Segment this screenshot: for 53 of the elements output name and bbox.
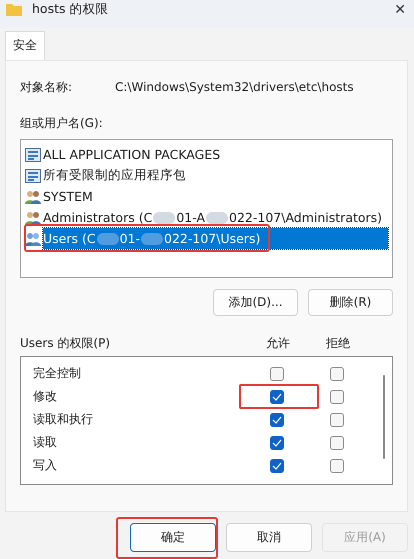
window-title: hosts 的权限 [32,0,108,18]
user-name: 022-107\Administrators) [229,210,382,225]
checkbox[interactable] [330,436,344,450]
user-name: Users (C [43,231,96,246]
user-name: ALL APPLICATION PACKAGES [43,147,220,162]
user-item[interactable]: ALL APPLICATION PACKAGES [25,144,388,165]
checkbox[interactable] [330,366,344,380]
users-icon [25,190,41,204]
close-button[interactable]: ✕ [394,2,406,18]
group-label: 组或用户名(G): [20,115,104,132]
package-icon [25,168,41,182]
users-icon [25,232,41,246]
user-item[interactable]: SYSTEM [25,186,388,207]
permissions-label: Users 的权限(P) [20,334,112,352]
object-path: C:\Windows\System32\drivers\etc\hosts [115,80,354,94]
user-name: 022-107\Users) [164,231,260,246]
object-label: 对象名称: [20,78,74,96]
tab[interactable]: 安全 [5,31,45,60]
user-name: SYSTEM [43,189,93,204]
checkbox[interactable] [270,458,284,472]
user-list[interactable]: ALL APPLICATION PACKAGES 所有受限制的应用程序包 SYSTEM Administrators (C 01-A 022-107\Administrators) Users (C 01- 022-107\Users) [20,139,393,278]
permission-name: 完全控制 [33,365,82,382]
permission-name: 读取 [33,434,58,451]
user-name: Administrators (C [43,210,152,225]
user-name: 所有受限制的应用程序包 [43,167,186,184]
users-icon [25,210,41,224]
checkbox[interactable] [270,390,284,404]
permission-name: 读取和执行 [33,411,94,428]
user-item[interactable]: 所有受限制的应用程序包 [25,165,388,186]
checkbox[interactable] [330,390,344,404]
package-icon [25,148,41,162]
blurred-text [206,212,228,224]
dialog-button[interactable]: 确定 [130,523,216,552]
blurred-text [153,212,176,224]
column-header: 允许 [265,334,291,352]
permission-name: 写入 [33,457,58,474]
blurred-text [141,232,164,244]
column-header: 拒绝 [325,334,351,352]
dialog-button[interactable]: 取消 [226,523,312,552]
list-button[interactable]: 添加(D)... [213,289,298,316]
checkbox[interactable] [330,412,344,426]
user-name: 01-A [176,210,206,225]
checkbox[interactable] [270,366,284,380]
blurred-text [96,232,119,244]
checkbox[interactable] [330,458,344,472]
folder-icon [6,2,22,16]
user-name: 01- [120,231,140,246]
list-button[interactable]: 删除(R) [308,289,393,316]
permission-name: 修改 [33,388,58,405]
checkbox[interactable] [270,412,284,426]
checkbox[interactable] [270,436,284,450]
user-item[interactable]: Administrators (C 01-A 022-107\Administrators) [25,207,388,228]
scrollbar[interactable] [383,375,385,459]
